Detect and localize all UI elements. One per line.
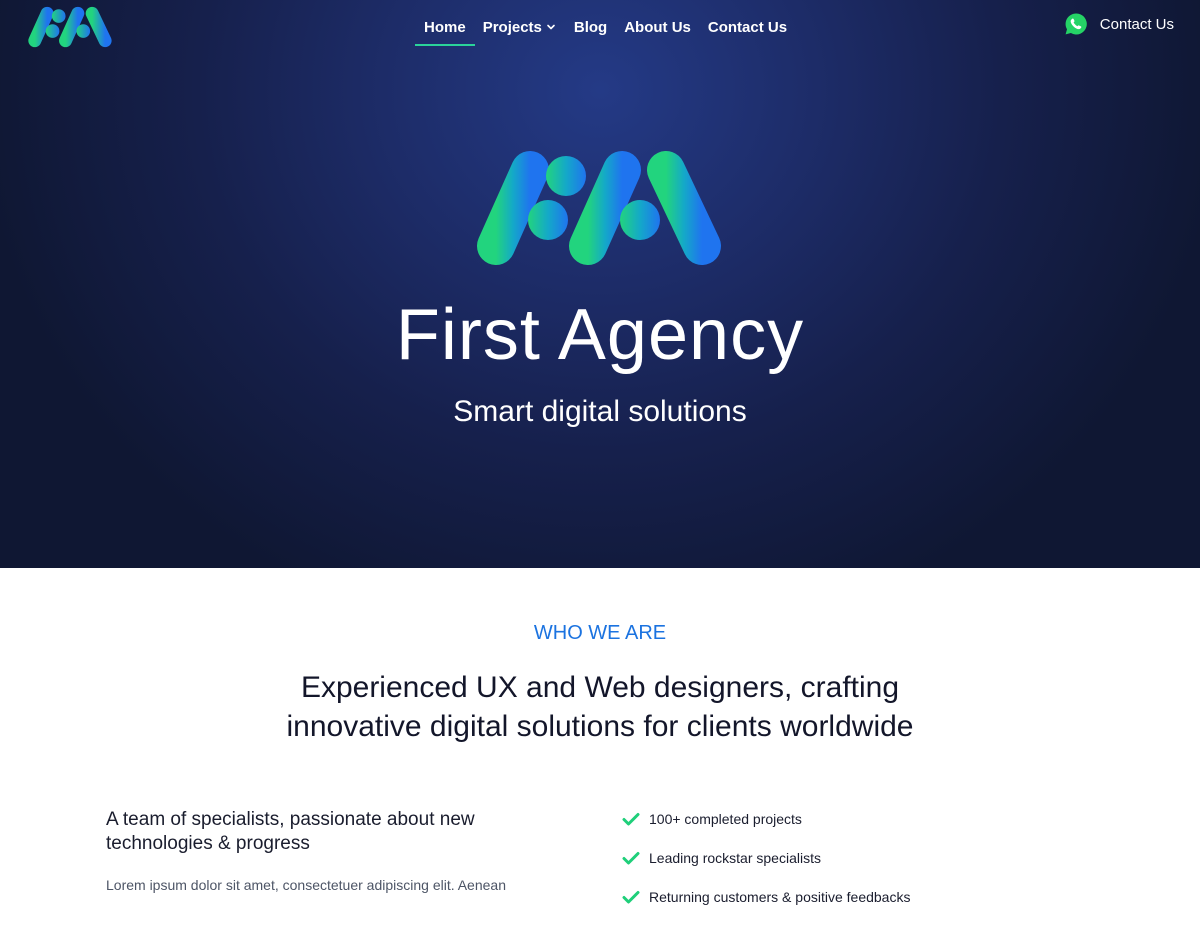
nav-blog[interactable]: Blog xyxy=(574,19,607,36)
nav-blog-label: Blog xyxy=(573,18,608,36)
whatsapp-icon xyxy=(1065,13,1087,35)
nav-contact-us[interactable]: Contact Us xyxy=(708,19,787,36)
about-lead: A team of specialists, passionate about … xyxy=(106,808,576,856)
hero-subtitle: Smart digital solutions xyxy=(453,395,747,428)
header-contact-label: Contact Us xyxy=(1099,15,1174,33)
about-body-text: Lorem ipsum dolor sit amet, consectetuer… xyxy=(106,877,506,893)
feature-label: 100+ completed projects xyxy=(649,811,802,827)
chevron-down-icon xyxy=(547,24,555,30)
about-intro: A team of specialists, passionate about … xyxy=(106,808,576,896)
nav-projects-label: Projects xyxy=(482,18,542,36)
feature-item: Leading rockstar specialists xyxy=(622,847,910,869)
feature-item: Returning customers & positive feedbacks xyxy=(622,886,910,908)
nav-home-label: Home xyxy=(424,18,466,36)
about-lead-line2: technologies & progress xyxy=(106,833,310,854)
header-contact-button[interactable]: Contact Us xyxy=(1064,12,1174,36)
feature-label: Leading rockstar specialists xyxy=(649,850,821,866)
check-icon xyxy=(622,852,640,865)
brand-logo[interactable] xyxy=(28,6,114,48)
hero-title: First Agency xyxy=(395,295,805,375)
check-icon xyxy=(622,813,640,826)
feature-item: 100+ completed projects xyxy=(622,808,910,830)
nav-projects[interactable]: Projects xyxy=(483,19,557,36)
nav-about-us[interactable]: About Us xyxy=(624,19,691,36)
about-eyebrow: WHO WE ARE xyxy=(533,622,667,644)
about-heading-line2: innovative digital solutions for clients… xyxy=(286,710,914,743)
about-lead-line1: A team of specialists, passionate about … xyxy=(106,809,475,830)
about-heading: Experienced UX and Web designers, crafti… xyxy=(0,668,1200,746)
hero-section: Home Projects Blog About Us Contact Us C… xyxy=(0,0,1200,568)
check-icon xyxy=(622,891,640,904)
nav-about-us-label: About Us xyxy=(624,18,691,36)
nav-home[interactable]: Home xyxy=(415,18,475,46)
nav-contact-us-label: Contact Us xyxy=(707,18,788,36)
about-heading-line1: Experienced UX and Web designers, crafti… xyxy=(300,671,900,704)
hero-logo xyxy=(477,151,721,265)
top-navigation: Home Projects Blog About Us Contact Us C… xyxy=(0,0,1200,52)
feature-label: Returning customers & positive feedbacks xyxy=(649,889,911,905)
nav-links: Home Projects Blog About Us Contact Us xyxy=(415,16,804,46)
feature-list: 100+ completed projects Leading rockstar… xyxy=(622,808,910,925)
